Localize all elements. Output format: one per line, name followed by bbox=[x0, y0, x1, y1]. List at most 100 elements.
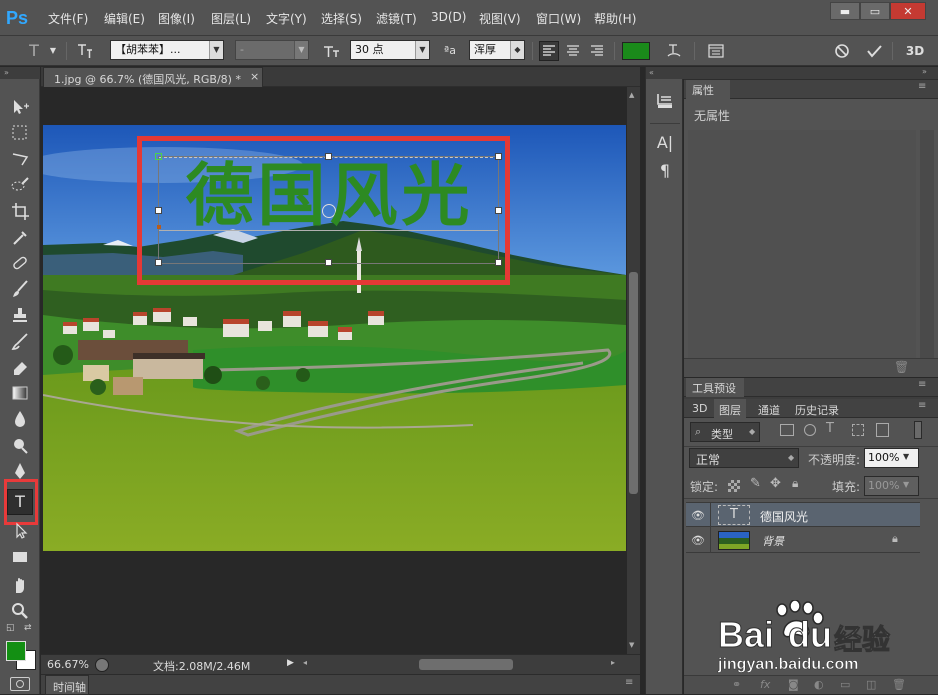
visibility-eye-icon[interactable]: 👁︎ bbox=[691, 509, 705, 522]
antialias-select[interactable]: 浑厚 ◆ bbox=[469, 40, 525, 60]
move-tool-icon[interactable] bbox=[8, 97, 32, 117]
pen-tool-icon[interactable] bbox=[8, 461, 32, 481]
rectangle-tool-icon[interactable] bbox=[8, 547, 32, 567]
menu-edit[interactable]: 编辑(E) bbox=[104, 10, 145, 27]
character-icon[interactable]: A| bbox=[654, 133, 676, 153]
new-layer-icon[interactable]: ◫ bbox=[866, 678, 876, 691]
align-center-button[interactable] bbox=[563, 41, 583, 61]
3d-button[interactable]: 3D bbox=[902, 41, 928, 61]
maximize-button[interactable]: ▭ bbox=[860, 2, 890, 20]
warp-text-icon[interactable] bbox=[664, 41, 684, 61]
font-family-select[interactable]: 【胡苯苯】... ▼ bbox=[110, 40, 224, 60]
eraser-tool-icon[interactable] bbox=[8, 357, 32, 377]
cancel-edit-icon[interactable] bbox=[832, 41, 852, 61]
align-right-button[interactable] bbox=[587, 41, 607, 61]
character-panel-icon[interactable] bbox=[706, 41, 726, 61]
text-color-swatch[interactable] bbox=[622, 42, 650, 60]
document-tab[interactable]: 1.jpg @ 66.7% (德国风光, RGB/8) * × bbox=[43, 67, 263, 87]
zoom-tool-icon[interactable] bbox=[8, 601, 32, 621]
filter-pixel-icon[interactable] bbox=[780, 424, 794, 436]
visibility-eye-icon[interactable]: 👁︎ bbox=[691, 534, 705, 547]
collapse-arrows-icon[interactable]: » bbox=[0, 67, 40, 79]
lock-all-icon[interactable]: 🔒︎ bbox=[792, 476, 798, 491]
layer-name[interactable]: 背景 bbox=[762, 533, 784, 549]
lock-position-icon[interactable]: ✥ bbox=[770, 476, 781, 491]
layer-row-text[interactable]: 👁︎ T 德国风光 bbox=[686, 502, 920, 528]
new-group-icon[interactable]: ▭ bbox=[840, 678, 850, 691]
menu-3d[interactable]: 3D(D) bbox=[431, 10, 466, 24]
scroll-left-icon[interactable]: ◂ bbox=[303, 658, 307, 667]
close-window-button[interactable]: ✕ bbox=[890, 2, 926, 20]
lock-pixels-icon[interactable]: ✎ bbox=[750, 476, 761, 491]
properties-tab[interactable]: 属性 bbox=[686, 80, 730, 99]
opacity-field[interactable]: 100% ▼ bbox=[864, 448, 919, 468]
collapse-arrows-icon[interactable]: « bbox=[646, 67, 684, 79]
preset-dropdown-caret-icon[interactable]: ▼ bbox=[48, 41, 58, 61]
tab-layers[interactable]: 图层 bbox=[714, 399, 746, 418]
status-options-icon[interactable] bbox=[95, 658, 109, 672]
add-mask-icon[interactable]: ◙ bbox=[788, 678, 799, 691]
close-tab-icon[interactable]: × bbox=[250, 70, 259, 83]
font-size-select[interactable]: 30 点 ▼ bbox=[350, 40, 430, 60]
zoom-level[interactable]: 66.67% bbox=[47, 658, 89, 671]
marquee-tool-icon[interactable] bbox=[8, 123, 32, 143]
panel-menu-icon[interactable]: ≡ bbox=[625, 677, 633, 688]
blend-mode-select[interactable]: 正常 ◆ bbox=[689, 448, 799, 468]
adjustment-layer-icon[interactable]: ◐ bbox=[814, 678, 824, 691]
layer-name[interactable]: 德国风光 bbox=[760, 508, 808, 525]
type-tool-icon[interactable]: T bbox=[7, 489, 33, 515]
blur-tool-icon[interactable] bbox=[8, 409, 32, 429]
layer-filter-select[interactable]: ⌕ 类型 ◆ bbox=[690, 422, 760, 442]
vertical-scrollbar[interactable]: ▲ ▼ bbox=[627, 87, 640, 654]
tab-channels[interactable]: 通道 bbox=[758, 402, 780, 418]
history-brush-tool-icon[interactable] bbox=[8, 331, 32, 351]
swap-colors-icon[interactable]: ⇄ bbox=[24, 623, 32, 633]
scroll-right-icon[interactable]: ▸ bbox=[611, 658, 615, 667]
menu-window[interactable]: 窗口(W) bbox=[536, 10, 581, 27]
tab-history[interactable]: 历史记录 bbox=[795, 402, 839, 418]
fill-field[interactable]: 100% ▼ bbox=[864, 476, 919, 496]
menu-file[interactable]: 文件(F) bbox=[48, 10, 88, 27]
crop-tool-icon[interactable] bbox=[8, 201, 32, 221]
foreground-color-swatch[interactable] bbox=[6, 641, 26, 661]
minimize-button[interactable]: ▬ bbox=[830, 2, 860, 20]
menu-type[interactable]: 文字(Y) bbox=[266, 10, 307, 27]
lasso-tool-icon[interactable] bbox=[8, 149, 32, 169]
trash-icon[interactable]: 🗑 bbox=[894, 360, 909, 374]
menu-view[interactable]: 视图(V) bbox=[479, 10, 521, 27]
horizontal-scroll-thumb[interactable] bbox=[419, 659, 513, 670]
font-style-select[interactable]: - ▼ bbox=[235, 40, 309, 60]
filter-type-icon[interactable]: T bbox=[826, 421, 834, 436]
text-orientation-icon[interactable] bbox=[74, 41, 94, 61]
menu-filter[interactable]: 滤镜(T) bbox=[376, 10, 417, 27]
eyedropper-tool-icon[interactable] bbox=[8, 227, 32, 247]
filter-smart-object-icon[interactable] bbox=[876, 423, 889, 437]
properties-scrollbar[interactable] bbox=[920, 130, 934, 358]
path-select-tool-icon[interactable] bbox=[8, 521, 32, 541]
filter-toggle[interactable] bbox=[914, 421, 922, 439]
link-layers-icon[interactable]: ⚭ bbox=[732, 678, 741, 691]
brush-tool-icon[interactable] bbox=[8, 279, 32, 299]
menu-select[interactable]: 选择(S) bbox=[321, 10, 362, 27]
paragraph-icon[interactable]: ¶ bbox=[654, 161, 676, 181]
type-tool-preset-icon[interactable]: T bbox=[24, 41, 44, 61]
trash-icon[interactable]: 🗑 bbox=[892, 678, 906, 691]
menu-layer[interactable]: 图层(L) bbox=[211, 10, 251, 27]
timeline-tab[interactable]: 时间轴 bbox=[45, 675, 89, 695]
quick-mask-icon[interactable] bbox=[10, 677, 30, 691]
tab-3d[interactable]: 3D bbox=[692, 402, 707, 415]
gradient-tool-icon[interactable] bbox=[8, 383, 32, 403]
filter-adjustment-icon[interactable] bbox=[804, 424, 816, 436]
panel-menu-icon[interactable]: ≡ bbox=[918, 379, 926, 390]
align-left-button[interactable] bbox=[539, 41, 559, 61]
healing-brush-tool-icon[interactable] bbox=[8, 253, 32, 273]
menu-help[interactable]: 帮助(H) bbox=[594, 10, 636, 27]
tool-presets-tab[interactable]: 工具预设 bbox=[686, 378, 744, 397]
filter-shape-icon[interactable] bbox=[852, 424, 864, 436]
vertical-scroll-thumb[interactable] bbox=[629, 272, 638, 494]
history-panel-icon[interactable] bbox=[654, 91, 676, 111]
collapse-arrows-icon[interactable]: » bbox=[922, 67, 927, 76]
scroll-down-icon[interactable]: ▼ bbox=[629, 641, 634, 649]
scroll-up-icon[interactable]: ▲ bbox=[629, 91, 634, 99]
layer-style-icon[interactable]: fx bbox=[760, 678, 770, 691]
